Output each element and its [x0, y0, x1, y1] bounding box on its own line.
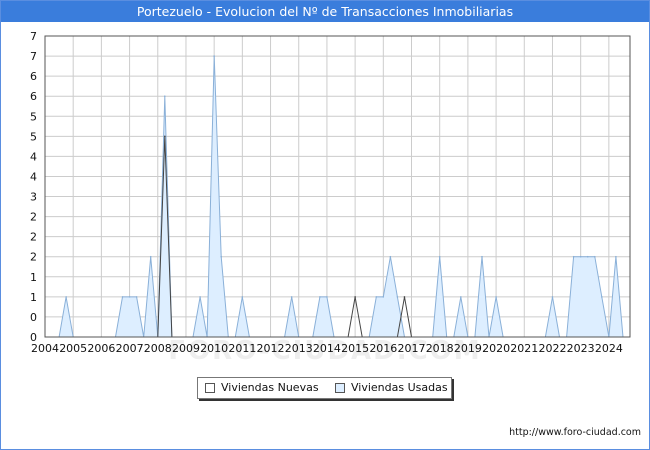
- x-tick-label: 2018: [426, 342, 454, 355]
- x-tick-label: 2013: [285, 342, 313, 355]
- data-point-usadas: [65, 296, 67, 298]
- data-point-usadas: [319, 296, 321, 298]
- data-point-usadas: [601, 296, 603, 298]
- data-point-usadas: [290, 296, 293, 298]
- data-point-usadas: [149, 255, 152, 258]
- legend-label-usadas: Viviendas Usadas: [351, 381, 448, 394]
- x-tick-label: 2007: [116, 342, 144, 355]
- data-point-usadas: [199, 296, 201, 298]
- y-tick-label: 2: [30, 211, 37, 224]
- chart-legend: Viviendas Nuevas Viviendas Usadas: [197, 377, 452, 399]
- y-tick-label: 6: [30, 90, 37, 103]
- data-point-usadas: [389, 255, 392, 258]
- y-tick-label: 4: [30, 170, 37, 183]
- y-tick-label: 0: [30, 311, 37, 324]
- data-point-usadas: [495, 296, 497, 298]
- x-tick-label: 2019: [454, 342, 482, 355]
- x-tick-label: 2011: [228, 342, 256, 355]
- x-tick-label: 2005: [59, 342, 87, 355]
- x-tick-label: 2006: [87, 342, 115, 355]
- x-tick-label: 2023: [567, 342, 595, 355]
- x-tick-label: 2014: [313, 342, 341, 355]
- data-point-usadas: [326, 296, 328, 298]
- data-point-usadas: [164, 95, 166, 97]
- y-tick-label: 1: [30, 271, 37, 284]
- data-point-usadas: [382, 296, 385, 298]
- x-tick-label: 2020: [482, 342, 510, 355]
- data-point-nuevas: [403, 296, 406, 298]
- y-tick-label: 2: [30, 251, 37, 264]
- y-tick-label: 4: [30, 150, 37, 163]
- data-point-usadas: [438, 255, 441, 258]
- y-tick-label: 5: [30, 130, 37, 143]
- x-tick-label: 2015: [341, 342, 369, 355]
- x-tick-label: 2010: [200, 342, 228, 355]
- data-point-usadas: [460, 296, 462, 298]
- data-point-usadas: [241, 296, 244, 298]
- x-tick-label: 2008: [144, 342, 172, 355]
- x-tick-label: 2022: [538, 342, 566, 355]
- data-point-usadas: [551, 296, 554, 298]
- data-point-usadas: [121, 296, 124, 298]
- x-tick-label: 2021: [510, 342, 538, 355]
- x-tick-label: 2009: [172, 342, 200, 355]
- data-point-usadas: [593, 255, 596, 258]
- y-tick-label: 6: [30, 70, 37, 83]
- data-point-usadas: [579, 255, 582, 258]
- data-point-usadas: [375, 296, 378, 298]
- x-tick-label: 2024: [595, 342, 623, 355]
- plot-area: [45, 36, 630, 337]
- data-point-usadas: [586, 255, 589, 258]
- y-tick-label: 2: [30, 231, 37, 244]
- y-tick-label: 1: [30, 291, 37, 304]
- data-point-usadas: [396, 296, 399, 298]
- data-point-usadas: [135, 296, 138, 298]
- legend-label-nuevas: Viviendas Nuevas: [221, 381, 319, 394]
- x-tick-label: 2004: [31, 342, 59, 355]
- data-point-usadas: [572, 255, 575, 258]
- data-point-usadas: [213, 55, 215, 57]
- legend-swatch-nuevas: [205, 383, 215, 393]
- y-tick-label: 7: [30, 50, 37, 63]
- data-point-usadas: [615, 255, 617, 258]
- data-point-nuevas: [164, 135, 166, 138]
- data-point-usadas: [128, 296, 131, 298]
- y-tick-label: 5: [30, 110, 37, 123]
- data-point-usadas: [481, 255, 483, 258]
- y-tick-label: 3: [30, 191, 37, 204]
- x-tick-label: 2016: [369, 342, 397, 355]
- source-url: http://www.foro-ciudad.com: [509, 427, 641, 438]
- x-tick-label: 2012: [257, 342, 285, 355]
- data-point-nuevas: [354, 296, 356, 298]
- x-tick-label: 2017: [398, 342, 426, 355]
- data-point-usadas: [220, 255, 223, 258]
- legend-swatch-usadas: [335, 383, 345, 393]
- y-tick-label: 7: [30, 30, 37, 43]
